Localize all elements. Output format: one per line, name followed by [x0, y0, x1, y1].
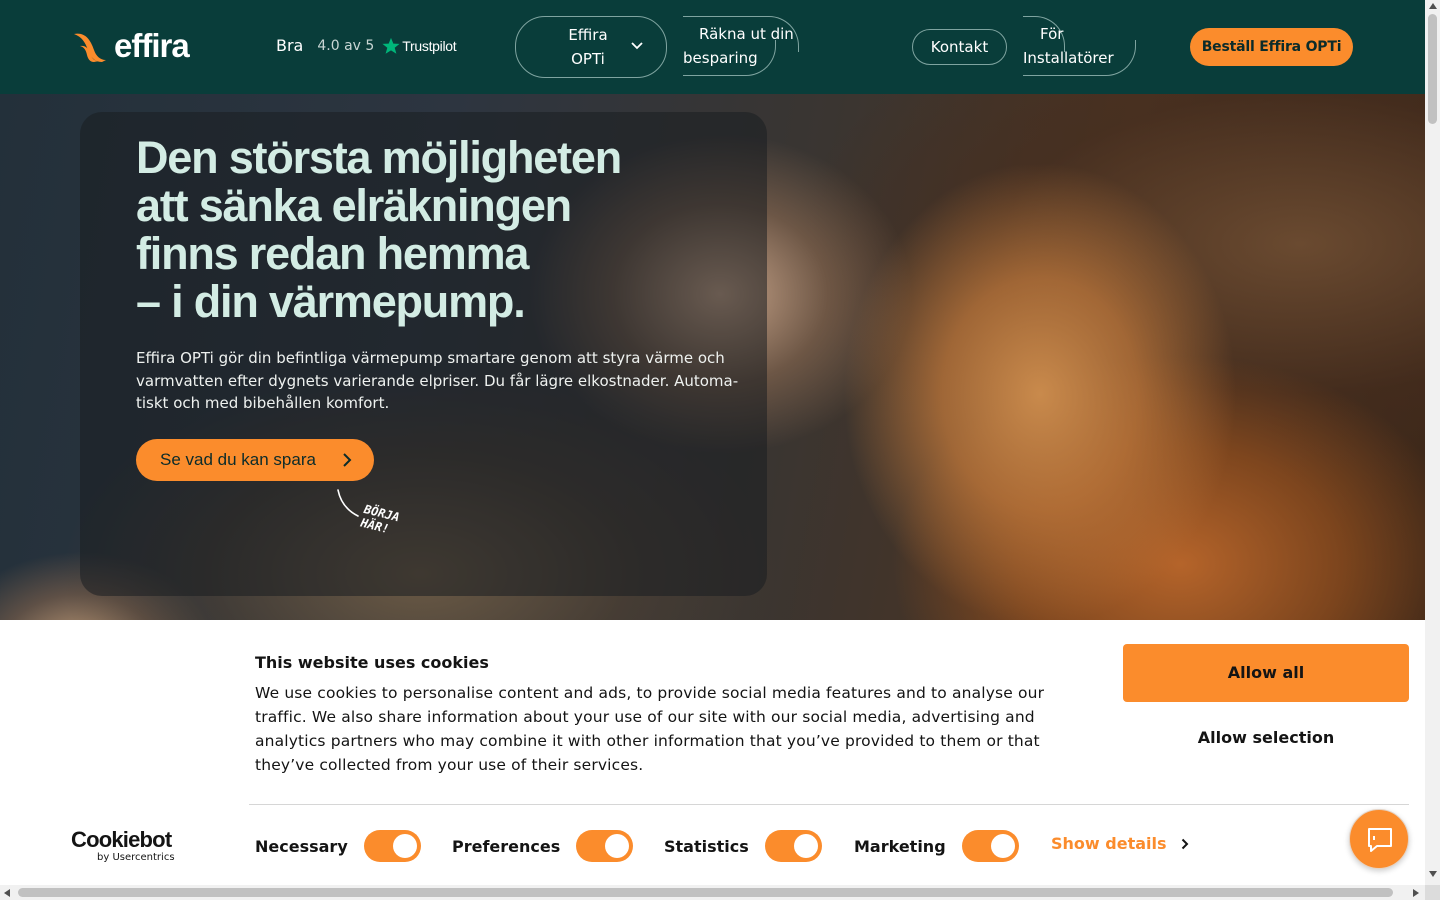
trustpilot-widget[interactable]: Bra 4.0 av 5 Trustpilot [276, 36, 457, 55]
allow-all-button[interactable]: Allow all [1123, 644, 1409, 702]
trustpilot-score: 4.0 av 5 [317, 37, 375, 54]
cookie-title: This website uses cookies [255, 653, 489, 672]
cookie-body-line: traffic. We also share information about… [255, 708, 1035, 726]
show-details-link[interactable]: Show details [1051, 834, 1189, 853]
cookie-body-line: We use cookies to personalise content an… [255, 684, 1045, 702]
trustpilot-rating-word: Bra [276, 36, 304, 55]
cookie-banner: This website uses cookies We use cookies… [0, 620, 1425, 885]
horizontal-scroll-thumb[interactable] [18, 888, 1393, 897]
logo-text: effira [114, 27, 190, 64]
cookiebot-logo-sub: by Usercentrics [97, 852, 175, 863]
scroll-up-arrow-icon[interactable] [1429, 3, 1437, 9]
horizontal-scrollbar[interactable] [0, 885, 1425, 900]
order-effira-opti-button[interactable]: Beställ Effira OPTi [1190, 28, 1353, 66]
hero-description: Effira OPTi gör din befintliga värmepump… [136, 347, 739, 415]
consent-statistics: Statistics [664, 830, 822, 862]
nav-kontakt-link[interactable]: Kontakt [912, 29, 1007, 65]
hero-title-line: – i din värmepump. [136, 276, 526, 327]
cookie-body-line: they’ve collected from your use of their… [255, 756, 644, 774]
chat-button[interactable] [1349, 809, 1409, 869]
show-details-label: Show details [1051, 834, 1167, 853]
consent-necessary-toggle[interactable] [363, 830, 421, 862]
consent-preferences: Preferences [452, 830, 634, 862]
hero-description-line: varmvatten efter dygnets varierande elpr… [136, 371, 739, 390]
hero-title-line: Den största möjligheten [136, 132, 622, 183]
allow-selection-button[interactable]: Allow selection [1123, 716, 1409, 760]
effira-logo-mark-icon [74, 33, 106, 62]
chevron-right-icon [1181, 838, 1188, 849]
cookiebot-logo[interactable]: Cookiebot by Usercentrics [71, 828, 175, 864]
consent-marketing-toggle[interactable] [961, 830, 1019, 862]
chat-icon [1368, 828, 1392, 852]
see-savings-label: Se vad du kan spara [160, 450, 316, 469]
scroll-left-arrow-icon[interactable] [4, 889, 10, 897]
consent-marketing: Marketing [854, 830, 1019, 862]
hero-title-line: att sänka elräkningen [136, 180, 572, 231]
consent-statistics-label: Statistics [664, 836, 749, 856]
nav-installatorer-link[interactable]: För Installatörer [1023, 22, 1143, 70]
chevron-right-icon [343, 453, 352, 467]
cookiebot-logo-main: Cookiebot [71, 827, 172, 852]
nav-opti-label: Effira OPTi [568, 26, 608, 68]
nav-rakna-link[interactable]: Räkna ut din besparing [683, 22, 823, 70]
consent-marketing-label: Marketing [854, 836, 946, 856]
consent-statistics-toggle[interactable] [764, 830, 822, 862]
consent-preferences-toggle[interactable] [576, 830, 634, 862]
scrollbar-corner [1425, 885, 1440, 900]
hero-title: Den största möjligheten att sänka elräkn… [136, 134, 736, 326]
scroll-right-arrow-icon[interactable] [1413, 889, 1419, 897]
star-icon [382, 37, 400, 54]
cookie-body: We use cookies to personalise content an… [255, 681, 1075, 777]
hero-description-line: Effira OPTi gör din befintliga värmepump… [136, 349, 725, 367]
vertical-scrollbar[interactable] [1425, 0, 1440, 885]
effira-logo[interactable]: effira [72, 27, 190, 64]
consent-preferences-label: Preferences [452, 836, 561, 856]
cookie-divider [249, 804, 1409, 805]
cookie-body-line: analytics partners who may combine it wi… [255, 732, 1040, 750]
site-header: effira Bra 4.0 av 5 Trustpilot Effira OP… [0, 0, 1425, 94]
hero-title-line: finns redan hemma [136, 228, 529, 279]
hero-section: Den största möjligheten att sänka elräkn… [0, 94, 1425, 620]
chevron-down-icon [631, 42, 643, 50]
nav-effira-opti-dropdown[interactable]: Effira OPTi [515, 16, 667, 78]
consent-necessary: Necessary [255, 830, 421, 862]
see-savings-button[interactable]: Se vad du kan spara [136, 439, 374, 481]
hero-description-line: tiskt och med bibehållen komfort. [136, 394, 390, 412]
vertical-scroll-thumb[interactable] [1428, 14, 1437, 124]
trustpilot-brand: Trustpilot [402, 37, 457, 54]
scroll-down-arrow-icon[interactable] [1429, 871, 1437, 877]
consent-necessary-label: Necessary [255, 836, 348, 856]
